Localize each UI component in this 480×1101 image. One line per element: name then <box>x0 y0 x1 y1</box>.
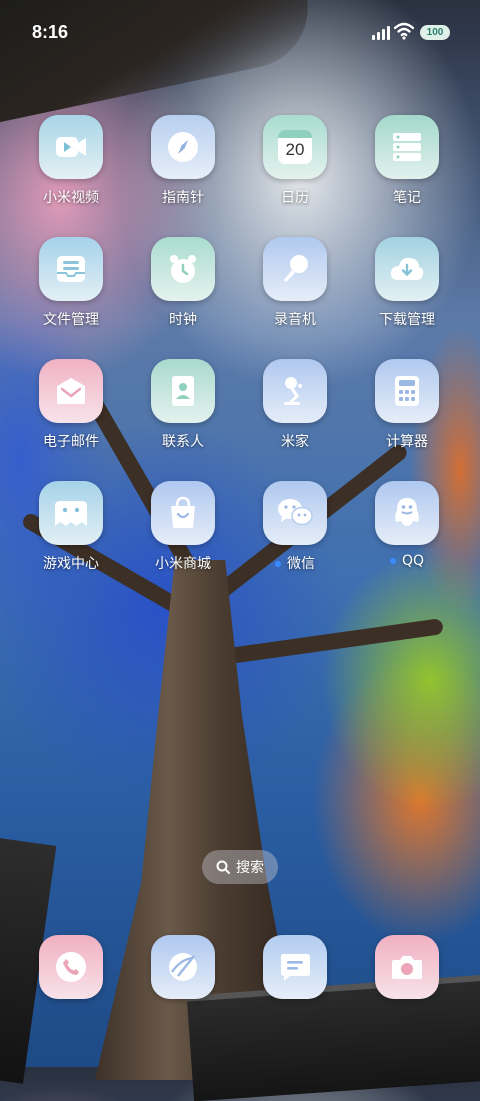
app-label: 小米视频 <box>43 190 99 206</box>
dock-camera[interactable] <box>351 935 463 999</box>
file-box-icon <box>39 237 103 301</box>
app-email[interactable]: 电子邮件 <box>15 359 127 451</box>
app-label: 计算器 <box>386 434 428 450</box>
qq-penguin-icon <box>375 481 439 545</box>
app-label: 米家 <box>281 434 309 450</box>
wifi-icon <box>394 22 414 40</box>
dock <box>15 935 465 999</box>
app-label: QQ <box>351 553 463 569</box>
app-notes[interactable]: 笔记 <box>351 115 463 207</box>
download-cloud-icon <box>375 237 439 301</box>
app-clock[interactable]: 时钟 <box>127 237 239 329</box>
dock-messages[interactable] <box>239 935 351 999</box>
status-bar: 8:16 100 <box>0 0 480 68</box>
battery-icon: 100 <box>420 25 450 40</box>
dock-browser[interactable] <box>127 935 239 999</box>
camera-icon <box>375 935 439 999</box>
app-label: 小米商城 <box>155 556 211 572</box>
app-label: 下载管理 <box>379 312 435 328</box>
app-qq[interactable]: QQ <box>351 481 463 569</box>
new-indicator-dot <box>275 561 281 567</box>
app-compass[interactable]: 指南针 <box>127 115 239 207</box>
app-label: 时钟 <box>169 312 197 328</box>
app-file-manager[interactable]: 文件管理 <box>15 237 127 329</box>
video-camera-icon <box>39 115 103 179</box>
status-time: 8:16 <box>32 22 69 42</box>
app-label-text: QQ <box>401 553 425 569</box>
app-recorder[interactable]: 录音机 <box>239 237 351 329</box>
phone-icon <box>39 935 103 999</box>
browser-icon <box>151 935 215 999</box>
app-mi-video[interactable]: 小米视频 <box>15 115 127 207</box>
message-icon <box>263 935 327 999</box>
desk-lamp-icon <box>263 359 327 423</box>
alarm-clock-icon <box>151 237 215 301</box>
compass-icon <box>151 115 215 179</box>
app-calendar[interactable]: 20 日历 <box>239 115 351 207</box>
app-contacts[interactable]: 联系人 <box>127 359 239 451</box>
contact-book-icon <box>151 359 215 423</box>
search-button[interactable]: 搜索 <box>202 850 278 884</box>
app-calculator[interactable]: 计算器 <box>351 359 463 451</box>
search-icon <box>216 860 230 874</box>
app-label: 电子邮件 <box>43 434 99 450</box>
wechat-icon <box>263 481 327 545</box>
calculator-icon <box>375 359 439 423</box>
app-label: 指南针 <box>162 190 204 206</box>
app-label: 微信 <box>239 553 351 573</box>
app-label: 日历 <box>281 190 309 206</box>
app-game-center[interactable]: 游戏中心 <box>15 481 127 573</box>
app-label: 笔记 <box>393 190 421 206</box>
signal-icon <box>372 24 390 40</box>
calendar-icon: 20 <box>263 115 327 179</box>
email-icon <box>39 359 103 423</box>
app-wechat[interactable]: 微信 <box>239 481 351 573</box>
app-mijia[interactable]: 米家 <box>239 359 351 451</box>
app-label: 录音机 <box>274 312 316 328</box>
battery-level: 100 <box>426 27 444 38</box>
app-label-text: 微信 <box>287 556 315 572</box>
microphone-icon <box>263 237 327 301</box>
search-label: 搜索 <box>236 860 264 876</box>
new-indicator-dot <box>389 558 396 564</box>
dock-phone[interactable] <box>15 935 127 999</box>
tree-branch <box>213 618 444 666</box>
app-mi-store[interactable]: 小米商城 <box>127 481 239 573</box>
app-download-manager[interactable]: 下载管理 <box>351 237 463 329</box>
notes-server-icon <box>375 115 439 179</box>
app-label: 文件管理 <box>43 312 99 328</box>
game-ghost-icon <box>39 481 103 545</box>
app-label: 联系人 <box>162 434 204 450</box>
shopping-bag-icon <box>151 481 215 545</box>
app-label: 游戏中心 <box>43 556 99 572</box>
calendar-date: 20 <box>285 140 305 159</box>
